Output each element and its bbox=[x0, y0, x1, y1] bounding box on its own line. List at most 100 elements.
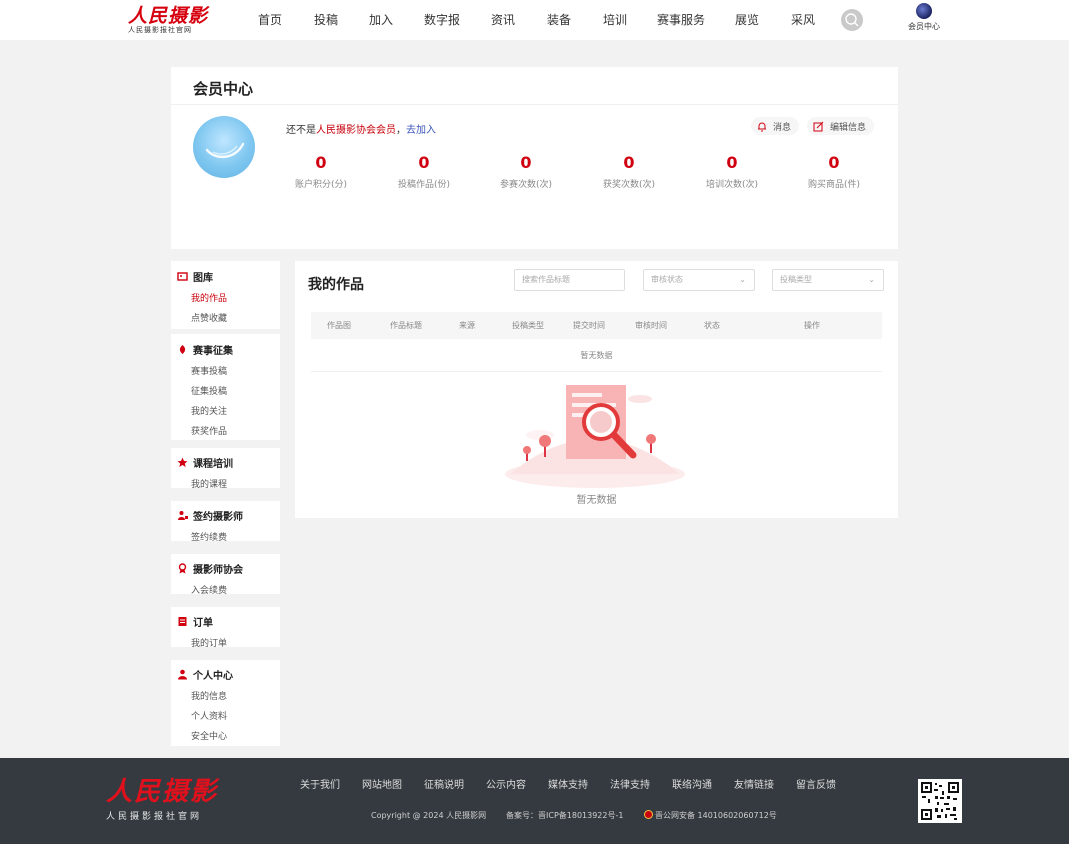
chevron-down-icon: ⌄ bbox=[868, 275, 875, 284]
sidebar-group-label: 图库 bbox=[193, 273, 213, 284]
nav-item[interactable]: 首页 bbox=[248, 0, 292, 40]
sidebar-group-title[interactable]: 赛事征集 bbox=[177, 342, 233, 357]
sidebar-item[interactable]: 获奖作品 bbox=[191, 424, 227, 437]
stat-item: 0 获奖次数(次) bbox=[579, 153, 679, 190]
join-link[interactable]: 去加入 bbox=[406, 125, 436, 136]
stat-label: 购买商品(件) bbox=[807, 180, 861, 190]
sidebar-group-title[interactable]: 个人中心 bbox=[177, 667, 233, 682]
sidebar-group-title[interactable]: 订单 bbox=[177, 614, 213, 629]
nav-item[interactable]: 赛事服务 bbox=[636, 0, 726, 40]
footer: 人民摄影 人民摄影报社官网 关于我们 网站地图 征稿说明 公示内容 媒体支持 法律支持 联络… bbox=[0, 758, 1069, 844]
sidebar-group: 个人中心我的信息个人资料安全中心 bbox=[171, 660, 280, 746]
sidebar-item[interactable]: 我的课程 bbox=[191, 477, 227, 490]
submit-type-select[interactable]: 投稿类型 ⌄ bbox=[772, 269, 884, 291]
logo-subtitle: 人民摄影报社官网 bbox=[128, 26, 192, 34]
badge-icon bbox=[178, 563, 187, 574]
police-record[interactable]: 晋公网安备 14010602060712号 bbox=[644, 810, 777, 822]
gallery-icon bbox=[177, 272, 188, 281]
footer-logo-text: 人民摄影 bbox=[106, 777, 219, 807]
sidebar-item[interactable]: 入会续费 bbox=[191, 583, 227, 596]
sidebar-group-title[interactable]: 图库 bbox=[177, 269, 213, 284]
sidebar-item[interactable]: 点赞收藏 bbox=[191, 311, 227, 324]
edit-info-button[interactable]: 编辑信息 bbox=[807, 117, 875, 135]
footer-link[interactable]: 关于我们 bbox=[300, 778, 340, 794]
sidebar-item[interactable]: 我的订单 bbox=[191, 636, 227, 649]
stat-item: 0 账户积分(分) bbox=[271, 153, 371, 190]
member-avatar bbox=[916, 3, 932, 19]
footer-link[interactable]: 留言反馈 bbox=[796, 778, 836, 794]
sidebar-item[interactable]: 签约续费 bbox=[191, 530, 227, 543]
footer-link[interactable]: 联络沟通 bbox=[672, 778, 712, 794]
nav-item[interactable]: 采风 bbox=[768, 0, 838, 40]
sidebar-group: 课程培训我的课程 bbox=[171, 448, 280, 490]
photographer-icon bbox=[178, 511, 188, 520]
nav-item[interactable]: 加入 bbox=[360, 0, 402, 40]
stat-value: 0 bbox=[418, 153, 430, 172]
search-works-input[interactable]: 搜索作品标题 bbox=[514, 269, 625, 291]
sidebar-item[interactable]: 个人资料 bbox=[191, 709, 227, 722]
join-notice: 还不是人民摄影协会会员，去加入 bbox=[286, 121, 436, 136]
nav-item[interactable]: 资讯 bbox=[482, 0, 524, 40]
search-button[interactable] bbox=[841, 9, 863, 31]
nav-item[interactable]: 装备 bbox=[524, 0, 594, 40]
sidebar-group-title[interactable]: 签约摄影师 bbox=[177, 508, 243, 523]
footer-link[interactable]: 媒体支持 bbox=[548, 778, 588, 794]
column-header: 作品标题 bbox=[390, 321, 422, 330]
nav-item[interactable]: 投稿 bbox=[292, 0, 360, 40]
message-button[interactable]: 消息 bbox=[751, 117, 800, 135]
user-avatar[interactable] bbox=[193, 116, 255, 178]
sidebar-group-label: 订单 bbox=[193, 618, 213, 629]
divider bbox=[171, 104, 898, 105]
nav-item[interactable]: 数字报 bbox=[402, 0, 482, 40]
column-header: 来源 bbox=[459, 321, 475, 330]
empty-state-illustration bbox=[505, 385, 685, 488]
icp-record[interactable]: 备案号：晋ICP备18013922号-1 bbox=[506, 810, 623, 822]
stat-label: 投稿作品(份) bbox=[397, 180, 451, 190]
stat-value: 0 bbox=[726, 153, 738, 172]
search-placeholder: 搜索作品标题 bbox=[522, 275, 570, 284]
sidebar-item[interactable]: 我的关注 bbox=[191, 404, 227, 417]
star-icon bbox=[177, 457, 188, 467]
notice-org: 人民摄影协会会员 bbox=[316, 125, 396, 136]
footer-link[interactable]: 友情链接 bbox=[734, 778, 774, 794]
footer-link[interactable]: 网站地图 bbox=[362, 778, 402, 794]
sidebar-item[interactable]: 我的信息 bbox=[191, 689, 227, 702]
table-empty-row: 暂无数据 bbox=[311, 345, 882, 372]
sidebar-group: 图库我的作品点赞收藏 bbox=[171, 261, 280, 329]
stat-value: 0 bbox=[828, 153, 840, 172]
my-works-panel: 我的作品 搜索作品标题 审核状态 ⌄ 投稿类型 ⌄ 作品图 作品标题 来源 投稿类型提… bbox=[295, 261, 898, 518]
sidebar-group-title[interactable]: 课程培训 bbox=[177, 455, 233, 470]
stat-item: 0 购买商品(件) bbox=[784, 153, 884, 190]
footer-link[interactable]: 法律支持 bbox=[610, 778, 650, 794]
review-status-value: 审核状态 bbox=[651, 275, 683, 284]
sidebar-item[interactable]: 征集投稿 bbox=[191, 384, 227, 397]
logo-text: 人民摄影 bbox=[128, 5, 209, 27]
column-header: 操作 bbox=[804, 321, 820, 330]
empty-state-text: 暂无数据 bbox=[576, 495, 617, 506]
sidebar-group-title[interactable]: 摄影师协会 bbox=[177, 561, 243, 576]
chevron-down-icon: ⌄ bbox=[739, 275, 746, 284]
footer-logo[interactable]: 人民摄影 人民摄影报社官网 bbox=[106, 778, 236, 822]
sidebar-group-label: 赛事征集 bbox=[193, 346, 233, 357]
nav-item[interactable]: 培训 bbox=[594, 0, 636, 40]
message-label: 消息 bbox=[773, 122, 792, 133]
works-title: 我的作品 bbox=[308, 277, 364, 293]
nav-item[interactable]: 展览 bbox=[726, 0, 768, 40]
review-status-select[interactable]: 审核状态 ⌄ bbox=[643, 269, 755, 291]
police-badge-icon bbox=[644, 810, 653, 819]
sidebar-item[interactable]: 安全中心 bbox=[191, 729, 227, 742]
sidebar-item[interactable]: 我的作品 bbox=[191, 291, 227, 304]
sidebar-group: 订单 我的订单 bbox=[171, 607, 280, 649]
footer-link[interactable]: 公示内容 bbox=[486, 778, 526, 794]
table-header: 作品图 作品标题 来源 投稿类型 提交时间 审核时间 状态 操作 bbox=[311, 312, 882, 339]
sidebar-group-label: 摄影师协会 bbox=[193, 565, 243, 576]
sidebar-item[interactable]: 赛事投稿 bbox=[191, 364, 227, 377]
member-center-link[interactable]: 会员中心 bbox=[900, 3, 948, 33]
bell-icon bbox=[758, 122, 766, 131]
feather-icon bbox=[205, 142, 245, 158]
sidebar-group: 摄影师协会 入会续费 bbox=[171, 554, 280, 596]
site-logo[interactable]: 人民摄影 人民摄影报社官网 bbox=[128, 6, 212, 36]
police-record-text: 晋公网安备 14010602060712号 bbox=[655, 811, 777, 820]
edit-info-label: 编辑信息 bbox=[830, 122, 867, 133]
footer-link[interactable]: 征稿说明 bbox=[424, 778, 464, 794]
